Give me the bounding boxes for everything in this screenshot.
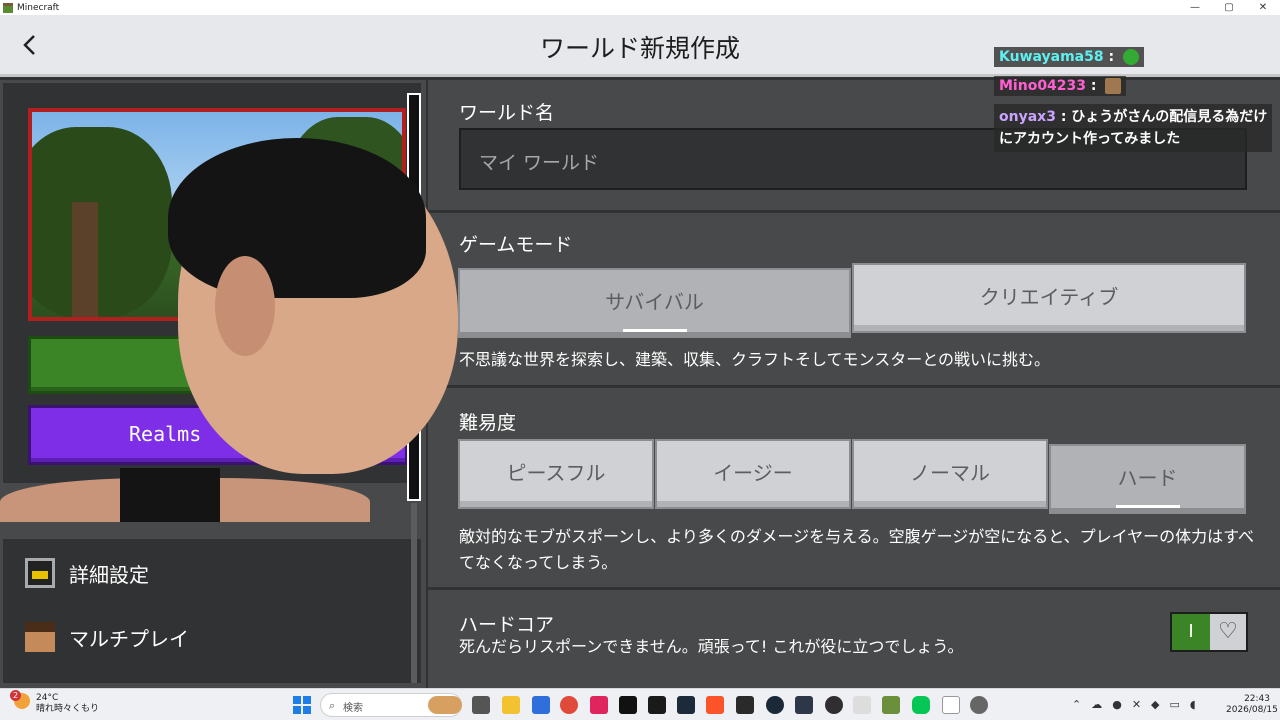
- line-icon[interactable]: [912, 696, 930, 714]
- minecraft-app-icon: [3, 2, 13, 13]
- chat-message: Mino04233 :: [994, 76, 1127, 96]
- game-mode-creative-button[interactable]: クリエイティブ: [852, 263, 1246, 333]
- selected-indicator: [622, 329, 687, 332]
- task-view-icon[interactable]: [472, 696, 490, 714]
- file-explorer-icon[interactable]: [502, 696, 520, 714]
- close-button[interactable]: ✕: [1246, 0, 1280, 15]
- app-icon[interactable]: [853, 696, 871, 714]
- game-mode-survival-button[interactable]: サバイバル: [458, 268, 851, 338]
- difficulty-peaceful-button[interactable]: ピースフル: [458, 439, 654, 509]
- tiktok-icon[interactable]: [619, 696, 637, 714]
- start-button[interactable]: [293, 696, 311, 714]
- streamer-webcam-overlay: [0, 138, 470, 522]
- hardcore-description: 死んだらリスポーンできません。頑張って! これが役に立つでしょう。: [459, 637, 964, 656]
- game-mode-survival-label: サバイバル: [605, 290, 704, 314]
- weather-widget[interactable]: 2 24°C 晴れ時々くもり: [10, 690, 100, 715]
- game-mode-creative-label: クリエイティブ: [979, 285, 1119, 309]
- chat-message-text: にアカウント作ってみました: [999, 131, 1181, 147]
- brave-icon[interactable]: [706, 696, 724, 714]
- sidebar-item-label: 詳細設定: [69, 562, 149, 587]
- notification-badge: 2: [10, 690, 21, 701]
- difficulty-easy-label: イージー: [713, 461, 793, 485]
- hardcore-label: ハードコア: [459, 614, 555, 636]
- obs-icon[interactable]: [825, 696, 843, 714]
- app-icon[interactable]: [590, 696, 608, 714]
- app-icon[interactable]: [736, 696, 754, 714]
- settings-icon: [25, 558, 55, 588]
- app-icon[interactable]: [532, 696, 550, 714]
- hardcore-section: ハードコア 死んだらリスポーンできません。頑張って! これが役に立つでしょう。: [428, 590, 1280, 688]
- taskbar-clock[interactable]: 22:43 2026/08/15: [1226, 694, 1278, 716]
- chat-message: onyax3 : ひょうがさんの配信見る為だけ にアカウント作ってみました: [994, 104, 1273, 152]
- user-avatar-icon: [1122, 49, 1139, 65]
- game-mode-section: ゲームモード サバイバル クリエイティブ 不思議な世界を探索し、建築、収集、クラ…: [428, 213, 1280, 388]
- world-name-label: ワールド名: [459, 102, 555, 124]
- app-icon[interactable]: [677, 696, 695, 714]
- app-icon[interactable]: [795, 696, 813, 714]
- user-avatar-icon: [1105, 78, 1122, 94]
- clock-date: 2026/08/15: [1226, 705, 1278, 715]
- multiplayer-icon: [25, 622, 55, 652]
- difficulty-easy-button[interactable]: イージー: [655, 439, 851, 509]
- difficulty-normal-button[interactable]: ノーマル: [852, 439, 1048, 509]
- window-titlebar: Minecraft — ▢ ✕: [0, 0, 1280, 15]
- difficulty-normal-label: ノーマル: [910, 461, 990, 485]
- search-highlight-icon[interactable]: [428, 696, 462, 714]
- system-tray: ⌃ ☁ ● ✕ ◆ ▭ ◖: [1072, 698, 1196, 711]
- difficulty-hard-button[interactable]: ハード: [1049, 444, 1246, 514]
- chat-username: onyax3: [999, 109, 1056, 125]
- sidebar-item-label: マルチプレイ: [69, 626, 189, 651]
- sidebar-item-multiplayer[interactable]: マルチプレイ: [25, 617, 189, 657]
- chat-separator: :: [1060, 109, 1067, 125]
- volume-icon[interactable]: ◖: [1190, 698, 1196, 711]
- search-placeholder: 検索: [343, 703, 363, 714]
- heart-icon: ♡: [1210, 614, 1246, 650]
- sidebar-item-advanced-settings[interactable]: 詳細設定: [25, 553, 149, 593]
- steam-icon[interactable]: [766, 696, 784, 714]
- hardcore-toggle[interactable]: I ♡: [1170, 612, 1248, 652]
- microphone-icon[interactable]: ●: [1112, 698, 1122, 711]
- game-mode-description: 不思議な世界を探索し、建築、収集、クラフトそしてモンスターとの戦いに挑む。: [459, 350, 1051, 369]
- chevron-up-icon[interactable]: ⌃: [1072, 698, 1081, 711]
- onedrive-icon[interactable]: ◆: [1151, 698, 1159, 711]
- cloud-icon[interactable]: ☁: [1091, 698, 1102, 711]
- game-mode-label: ゲームモード: [459, 234, 573, 256]
- network-icon[interactable]: ▭: [1170, 698, 1180, 711]
- chrome-icon[interactable]: [560, 696, 578, 714]
- selected-indicator: [1115, 505, 1180, 508]
- close-icon[interactable]: ✕: [1132, 698, 1141, 711]
- weather-icon: 2: [10, 690, 30, 709]
- scrollbar-track[interactable]: [411, 503, 417, 683]
- difficulty-section: 難易度 ピースフル イージー ノーマル ハード 敵対的なモブがスポーンし、より多…: [428, 388, 1280, 590]
- maximize-button[interactable]: ▢: [1212, 0, 1246, 15]
- chat-message: Kuwayama58 :: [994, 47, 1144, 67]
- window-title: Minecraft: [17, 2, 60, 13]
- app-icon[interactable]: [942, 696, 960, 714]
- toggle-on-indicator: I: [1172, 614, 1210, 650]
- difficulty-peaceful-label: ピースフル: [506, 461, 606, 485]
- chat-separator: :: [1090, 78, 1097, 94]
- world-settings-panel: ワールド名 マイ ワールド ゲームモード サバイバル クリエイティブ 不思議な世…: [428, 80, 1280, 688]
- search-icon: ⌕: [329, 699, 336, 712]
- screen-header: ワールド新規作成: [0, 15, 1280, 77]
- weather-temp: 24°C: [36, 693, 59, 703]
- clock-time: 22:43: [1244, 694, 1270, 704]
- chat-username: Mino04233: [999, 78, 1087, 94]
- chat-message-text: ひょうがさんの配信見る為だけ: [1071, 109, 1268, 125]
- difficulty-description: 敵対的なモブがスポーンし、より多くのダメージを与える。空腹ゲージが空になると、プ…: [459, 527, 1255, 572]
- windows-taskbar: 2 24°C 晴れ時々くもり ⌕ 検索 ⌃ ☁ ● ✕ ◆ ▭ ◖ 22:43 …: [0, 688, 1280, 720]
- difficulty-hard-label: ハード: [1117, 466, 1178, 490]
- minecraft-taskbar-icon[interactable]: [882, 696, 900, 714]
- chat-username: Kuwayama58: [999, 49, 1104, 65]
- weather-text: 晴れ時々くもり: [36, 704, 100, 714]
- minimize-button[interactable]: —: [1178, 0, 1212, 15]
- chat-separator: :: [1108, 49, 1115, 65]
- settings-taskbar-icon[interactable]: [970, 696, 988, 714]
- app-icon[interactable]: [648, 696, 666, 714]
